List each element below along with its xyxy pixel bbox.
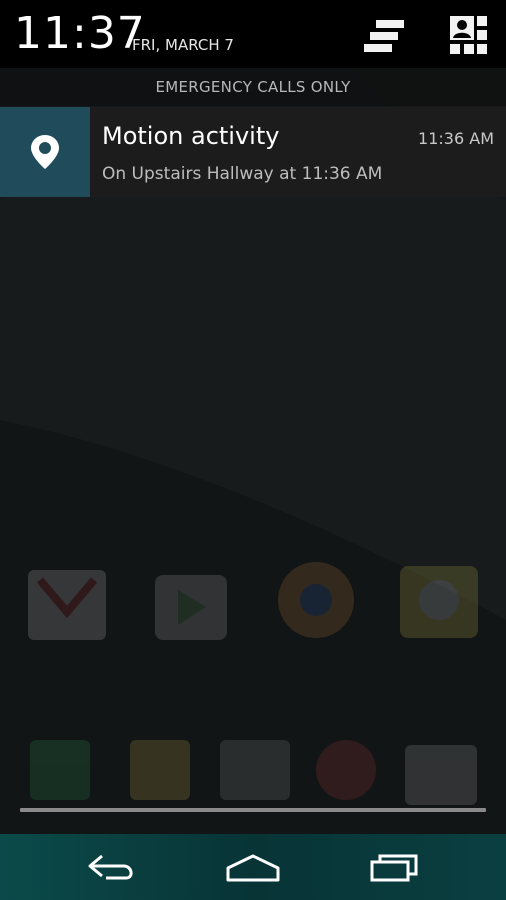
location-pin-icon [31, 135, 59, 169]
shade-drag-handle[interactable] [20, 808, 486, 812]
carrier-status-bar: EMERGENCY CALLS ONLY [0, 68, 506, 106]
notification-motion-activity[interactable]: Motion activity 11:36 AM On Upstairs Hal… [0, 107, 506, 197]
notification-shade-header: 11:37 FRI, MARCH 7 [0, 0, 506, 68]
date[interactable]: FRI, MARCH 7 [132, 36, 234, 54]
phone-screen: 11:37 FRI, MARCH 7 EMERGENCY CALLS ONLY … [0, 0, 506, 900]
carrier-label: EMERGENCY CALLS ONLY [155, 78, 351, 96]
recents-button[interactable] [354, 844, 434, 890]
clock: 11:37 [14, 8, 146, 59]
back-button[interactable] [72, 844, 152, 890]
quick-settings-icon [450, 16, 487, 54]
clear-all-icon [364, 20, 404, 52]
navigation-bar [0, 834, 506, 900]
notification-time: 11:36 AM [418, 129, 494, 148]
clear-all-button[interactable] [360, 16, 408, 56]
notification-text: On Upstairs Hallway at 11:36 AM [102, 164, 383, 184]
notification-title: Motion activity [102, 122, 280, 150]
home-button[interactable] [213, 844, 293, 890]
notification-icon-container [0, 107, 90, 197]
quick-settings-button[interactable] [446, 14, 492, 56]
back-icon [88, 854, 133, 880]
home-icon [226, 854, 280, 882]
recents-icon [370, 854, 418, 882]
